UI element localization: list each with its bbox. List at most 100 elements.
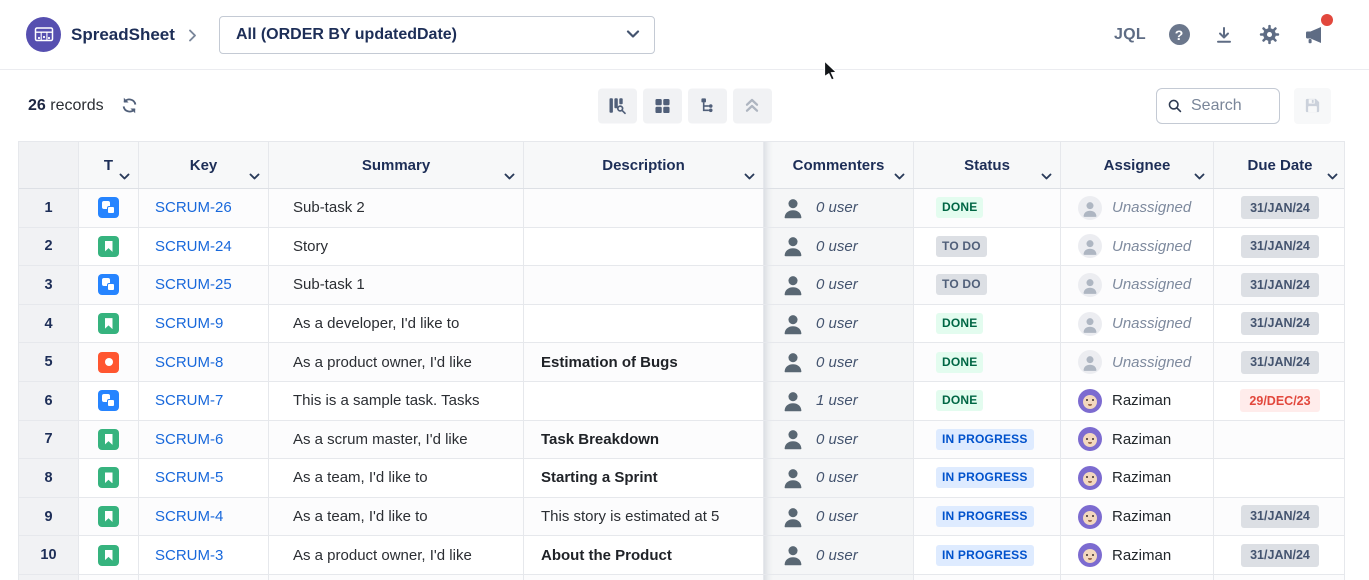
due-date-cell[interactable]: 31/JAN/24 bbox=[1214, 228, 1346, 266]
assignee-cell[interactable]: Raziman bbox=[1061, 498, 1214, 536]
issue-type-cell[interactable] bbox=[79, 421, 139, 459]
status-cell[interactable]: TO DO bbox=[914, 266, 1061, 304]
commenters-cell[interactable]: 0 user bbox=[764, 343, 914, 381]
row-number[interactable]: 8 bbox=[19, 459, 79, 497]
commenters-cell[interactable]: 0 user bbox=[764, 266, 914, 304]
issue-key-link[interactable]: SCRUM-7 bbox=[155, 392, 223, 409]
issue-type-cell[interactable] bbox=[79, 343, 139, 381]
announcements-button[interactable] bbox=[1302, 23, 1326, 47]
assignee-cell[interactable]: Raziman bbox=[1061, 459, 1214, 497]
summary-cell[interactable]: As a scrum master, I'd like bbox=[269, 421, 524, 459]
row-number[interactable]: 5 bbox=[19, 343, 79, 381]
summary-cell[interactable]: As a product owner, I'd like bbox=[269, 536, 524, 574]
summary-cell[interactable]: Sub-task 1 bbox=[269, 266, 524, 304]
issue-key-link[interactable]: SCRUM-26 bbox=[155, 199, 232, 216]
issue-key-link[interactable]: SCRUM-5 bbox=[155, 469, 223, 486]
column-header-type[interactable]: T bbox=[79, 142, 139, 188]
assignee-cell[interactable]: Raziman bbox=[1061, 382, 1214, 420]
column-header-status[interactable]: Status bbox=[914, 142, 1061, 188]
column-header-summary[interactable]: Summary bbox=[269, 142, 524, 188]
search-input[interactable] bbox=[1191, 97, 1271, 115]
summary-cell[interactable]: This is a sample task. Tasks bbox=[269, 382, 524, 420]
assignee-cell[interactable]: Unassigned bbox=[1061, 266, 1214, 304]
commenters-cell[interactable]: 0 user bbox=[764, 498, 914, 536]
summary-cell[interactable]: As a team, I'd like to bbox=[269, 498, 524, 536]
assignee-cell[interactable]: Raziman bbox=[1061, 536, 1214, 574]
commenters-cell[interactable]: 0 user bbox=[764, 189, 914, 227]
description-cell[interactable] bbox=[524, 382, 764, 420]
sort-chevron-icon[interactable] bbox=[504, 173, 515, 181]
column-header-duedate[interactable]: Due Date bbox=[1214, 142, 1346, 188]
status-cell[interactable]: IN PROGRESS bbox=[914, 498, 1061, 536]
refresh-button[interactable] bbox=[120, 96, 139, 115]
due-date-cell[interactable] bbox=[1214, 459, 1346, 497]
status-cell[interactable]: DONE bbox=[914, 305, 1061, 343]
status-cell[interactable]: IN PROGRESS bbox=[914, 536, 1061, 574]
sort-chevron-icon[interactable] bbox=[1327, 173, 1338, 181]
sort-chevron-icon[interactable] bbox=[744, 173, 755, 181]
status-cell[interactable]: IN PROGRESS bbox=[914, 421, 1061, 459]
description-cell[interactable] bbox=[524, 266, 764, 304]
sort-chevron-icon[interactable] bbox=[1041, 173, 1052, 181]
column-header-description[interactable]: Description bbox=[524, 142, 764, 188]
description-cell[interactable]: Starting a Sprint bbox=[524, 459, 764, 497]
description-cell[interactable]: This story is estimated at 5 bbox=[524, 498, 764, 536]
grid-view-button[interactable] bbox=[643, 88, 682, 123]
status-cell[interactable]: DONE bbox=[914, 189, 1061, 227]
status-cell[interactable]: DONE bbox=[914, 343, 1061, 381]
issue-type-cell[interactable] bbox=[79, 536, 139, 574]
issue-type-cell[interactable] bbox=[79, 459, 139, 497]
commenters-cell[interactable]: 0 user bbox=[764, 459, 914, 497]
issue-key-link[interactable]: SCRUM-4 bbox=[155, 508, 223, 525]
saved-filter-select[interactable]: All (ORDER BY updatedDate) bbox=[219, 16, 655, 54]
commenters-cell[interactable]: 0 user bbox=[764, 421, 914, 459]
commenters-cell[interactable]: 0 user bbox=[764, 536, 914, 574]
issue-key-link[interactable]: SCRUM-6 bbox=[155, 431, 223, 448]
due-date-cell[interactable] bbox=[1214, 421, 1346, 459]
due-date-cell[interactable]: 29/DEC/23 bbox=[1214, 382, 1346, 420]
assignee-cell[interactable]: Unassigned bbox=[1061, 228, 1214, 266]
column-header-commenters[interactable]: Commenters bbox=[764, 142, 914, 188]
assignee-cell[interactable]: Unassigned bbox=[1061, 305, 1214, 343]
row-number[interactable]: 6 bbox=[19, 382, 79, 420]
commenters-cell[interactable]: 1 user bbox=[764, 382, 914, 420]
summary-cell[interactable]: As a developer, I'd like to bbox=[269, 305, 524, 343]
row-number[interactable]: 10 bbox=[19, 536, 79, 574]
description-cell[interactable] bbox=[524, 575, 764, 580]
export-button[interactable] bbox=[1212, 23, 1236, 47]
row-number[interactable]: 1 bbox=[19, 189, 79, 227]
issue-type-cell[interactable] bbox=[79, 228, 139, 266]
issue-type-cell[interactable] bbox=[79, 189, 139, 227]
column-header-assignee[interactable]: Assignee bbox=[1061, 142, 1214, 188]
status-cell[interactable]: DONE bbox=[914, 382, 1061, 420]
hierarchy-view-button[interactable] bbox=[688, 88, 727, 123]
description-cell[interactable]: Task Breakdown bbox=[524, 421, 764, 459]
jql-button[interactable]: JQL bbox=[1114, 26, 1146, 44]
sort-chevron-icon[interactable] bbox=[249, 173, 260, 181]
sort-chevron-icon[interactable] bbox=[119, 173, 130, 181]
issue-type-cell[interactable] bbox=[79, 382, 139, 420]
issue-key-link[interactable]: SCRUM-25 bbox=[155, 276, 232, 293]
description-cell[interactable]: About the Product bbox=[524, 536, 764, 574]
issue-key-link[interactable]: SCRUM-9 bbox=[155, 315, 223, 332]
sort-chevron-icon[interactable] bbox=[894, 173, 905, 181]
due-date-cell[interactable]: 31/JAN/24 bbox=[1214, 575, 1346, 580]
status-cell[interactable]: IN PROGRESS bbox=[914, 575, 1061, 580]
summary-cell[interactable] bbox=[269, 575, 524, 580]
issue-key-link[interactable]: SCRUM-8 bbox=[155, 354, 223, 371]
issue-type-cell[interactable] bbox=[79, 305, 139, 343]
description-cell[interactable]: Estimation of Bugs bbox=[524, 343, 764, 381]
assignee-cell[interactable]: Raziman bbox=[1061, 575, 1214, 580]
due-date-cell[interactable]: 31/JAN/24 bbox=[1214, 266, 1346, 304]
assignee-cell[interactable]: Unassigned bbox=[1061, 343, 1214, 381]
commenters-cell[interactable]: 0 user bbox=[764, 228, 914, 266]
row-number[interactable]: 4 bbox=[19, 305, 79, 343]
description-cell[interactable] bbox=[524, 189, 764, 227]
summary-cell[interactable]: As a product owner, I'd like bbox=[269, 343, 524, 381]
summary-cell[interactable]: Story bbox=[269, 228, 524, 266]
sort-chevron-icon[interactable] bbox=[1194, 173, 1205, 181]
due-date-cell[interactable]: 31/JAN/24 bbox=[1214, 536, 1346, 574]
commenters-cell[interactable]: 0 user bbox=[764, 305, 914, 343]
row-number[interactable]: 3 bbox=[19, 266, 79, 304]
status-cell[interactable]: TO DO bbox=[914, 228, 1061, 266]
